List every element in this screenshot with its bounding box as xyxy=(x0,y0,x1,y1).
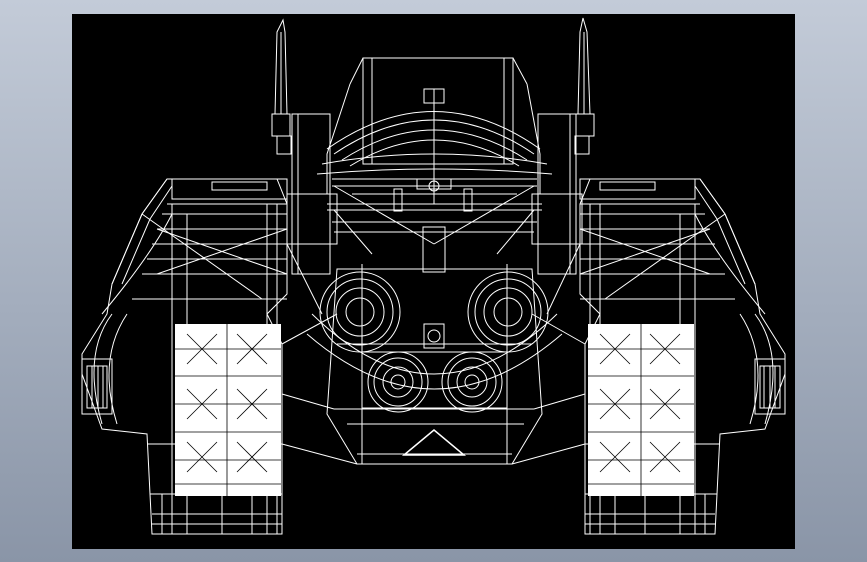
left-antenna xyxy=(272,20,291,154)
wireframe-drawing xyxy=(72,14,795,549)
right-antenna xyxy=(575,18,594,154)
central-hull xyxy=(287,58,582,464)
cad-viewport[interactable] xyxy=(72,14,795,549)
application-background xyxy=(0,0,867,562)
